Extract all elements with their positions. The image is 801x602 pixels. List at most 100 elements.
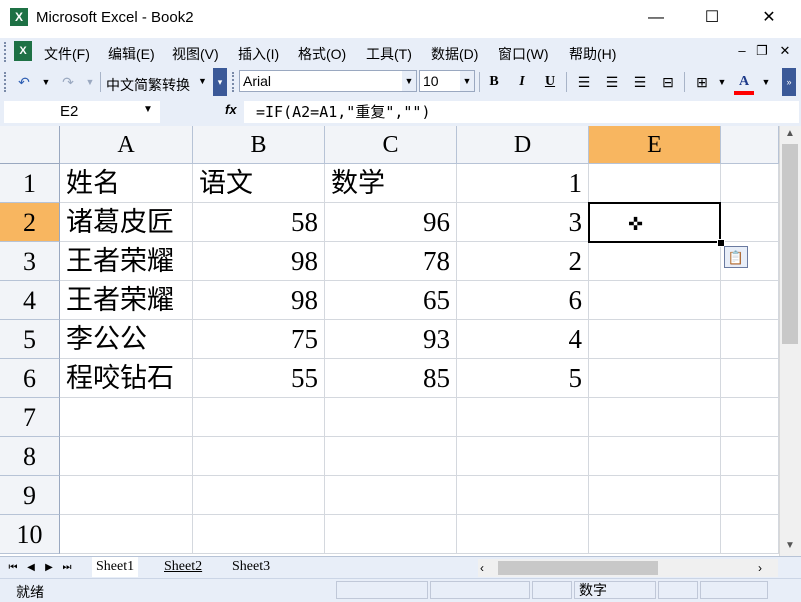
empty-cell[interactable] [589, 476, 721, 515]
empty-cell[interactable] [193, 398, 325, 437]
scroll-right-icon[interactable]: › [758, 561, 762, 575]
underline-button[interactable]: U [540, 71, 560, 93]
empty-cell[interactable] [60, 398, 193, 437]
row-header-3[interactable]: 3 [0, 242, 60, 281]
bold-button[interactable]: B [484, 71, 504, 93]
first-sheet-icon[interactable]: ⏮ [6, 560, 20, 576]
formula-input[interactable]: =IF(A2=A1,"重复","") [244, 101, 799, 123]
menu-help[interactable]: 帮助(H) [569, 44, 616, 64]
empty-cell[interactable] [60, 476, 193, 515]
chevron-down-icon[interactable]: ▼ [460, 71, 474, 91]
menu-window[interactable]: 窗口(W) [498, 44, 549, 64]
column-header-d[interactable]: D [457, 126, 589, 164]
borders-icon[interactable]: ⊞ [692, 71, 712, 93]
row-header-2[interactable]: 2 [0, 203, 60, 242]
toolbar-options-icon[interactable]: ▾ [213, 68, 227, 96]
doc-minimize-button[interactable]: – [733, 42, 751, 60]
cell-d4[interactable]: 6 [457, 281, 589, 320]
cell-e5[interactable] [589, 320, 721, 359]
empty-cell[interactable] [721, 437, 779, 476]
empty-cell[interactable] [60, 437, 193, 476]
cell-b5[interactable]: 75 [193, 320, 325, 359]
empty-cell[interactable] [589, 398, 721, 437]
empty-cell[interactable] [589, 515, 721, 554]
font-name-select[interactable]: Arial ▼ [239, 70, 417, 92]
borders-dropdown-icon[interactable]: ▼ [712, 71, 732, 93]
cell-b3[interactable]: 98 [193, 242, 325, 281]
cell-a4[interactable]: 王者荣耀 [60, 281, 193, 320]
menu-edit[interactable]: 编辑(E) [108, 44, 155, 64]
vertical-scroll-thumb[interactable] [782, 144, 798, 344]
cell-e1[interactable] [589, 164, 721, 203]
scroll-down-icon[interactable]: ▼ [780, 538, 800, 554]
horizontal-scrollbar[interactable]: ‹ › [478, 559, 778, 577]
cell-b6[interactable]: 55 [193, 359, 325, 398]
undo-dropdown-icon[interactable]: ▼ [36, 71, 56, 93]
menu-view[interactable]: 视图(V) [172, 44, 219, 64]
row-header-6[interactable]: 6 [0, 359, 60, 398]
menu-format[interactable]: 格式(O) [298, 44, 346, 64]
workbook-icon[interactable]: X [14, 41, 32, 61]
tab-sheet2[interactable]: Sheet2 [160, 557, 206, 577]
empty-cell[interactable] [193, 515, 325, 554]
cell-b4[interactable]: 98 [193, 281, 325, 320]
align-center-icon[interactable]: ☰ [602, 71, 622, 93]
row-header-1[interactable]: 1 [0, 164, 60, 203]
cell-c3[interactable]: 78 [325, 242, 457, 281]
cell-f4[interactable] [721, 281, 779, 320]
doc-restore-button[interactable]: ❐ [753, 42, 771, 60]
empty-cell[interactable] [193, 476, 325, 515]
redo-button[interactable]: ↷ [58, 71, 78, 93]
empty-cell[interactable] [721, 398, 779, 437]
toolbar-options-icon[interactable]: » [782, 68, 796, 96]
align-right-icon[interactable]: ☰ [630, 71, 650, 93]
empty-cell[interactable] [60, 515, 193, 554]
insert-function-icon[interactable]: fx [225, 102, 237, 117]
cell-c2[interactable]: 96 [325, 203, 457, 242]
cell-a5[interactable]: 李公公 [60, 320, 193, 359]
cell-a3[interactable]: 王者荣耀 [60, 242, 193, 281]
cell-b2[interactable]: 58 [193, 203, 325, 242]
tab-sheet1[interactable]: Sheet1 [92, 557, 139, 577]
font-color-dropdown-icon[interactable]: ▼ [756, 71, 776, 93]
font-color-button[interactable]: A [734, 71, 754, 93]
cell-e6[interactable] [589, 359, 721, 398]
horizontal-scroll-thumb[interactable] [498, 561, 658, 575]
next-sheet-icon[interactable]: ▶ [42, 560, 56, 576]
column-header-b[interactable]: B [193, 126, 325, 164]
name-box[interactable]: E2 [4, 101, 160, 123]
cell-a2[interactable]: 诸葛皮匠 [60, 203, 193, 242]
maximize-button[interactable]: ☐ [689, 0, 735, 36]
empty-cell[interactable] [325, 515, 457, 554]
row-header-4[interactable]: 4 [0, 281, 60, 320]
italic-button[interactable]: I [512, 71, 532, 93]
cell-a6[interactable]: 程咬钻石 [60, 359, 193, 398]
row-header-8[interactable]: 8 [0, 437, 60, 476]
empty-cell[interactable] [721, 476, 779, 515]
empty-cell[interactable] [721, 515, 779, 554]
cell-f2[interactable] [721, 203, 779, 242]
empty-cell[interactable] [325, 398, 457, 437]
menu-grip[interactable] [4, 42, 10, 62]
column-header-c[interactable]: C [325, 126, 457, 164]
cell-d5[interactable]: 4 [457, 320, 589, 359]
row-header-10[interactable]: 10 [0, 515, 60, 554]
column-header-f[interactable] [721, 126, 779, 164]
cell-c4[interactable]: 65 [325, 281, 457, 320]
cell-c5[interactable]: 93 [325, 320, 457, 359]
font-size-select[interactable]: 10 ▼ [419, 70, 475, 92]
row-header-7[interactable]: 7 [0, 398, 60, 437]
cell-a1[interactable]: 姓名 [60, 164, 193, 203]
row-header-9[interactable]: 9 [0, 476, 60, 515]
menu-data[interactable]: 数据(D) [431, 44, 478, 64]
align-left-icon[interactable]: ☰ [574, 71, 594, 93]
cell-d1[interactable]: 1 [457, 164, 589, 203]
convert-dropdown-icon[interactable]: ▼ [198, 76, 207, 86]
name-box-dropdown-icon[interactable]: ▼ [143, 104, 153, 115]
cell-d6[interactable]: 5 [457, 359, 589, 398]
paste-options-icon[interactable]: 📋 [724, 246, 748, 268]
cell-d2[interactable]: 3 [457, 203, 589, 242]
menu-tools[interactable]: 工具(T) [366, 44, 412, 64]
column-header-e[interactable]: E [589, 126, 721, 164]
cell-f6[interactable] [721, 359, 779, 398]
